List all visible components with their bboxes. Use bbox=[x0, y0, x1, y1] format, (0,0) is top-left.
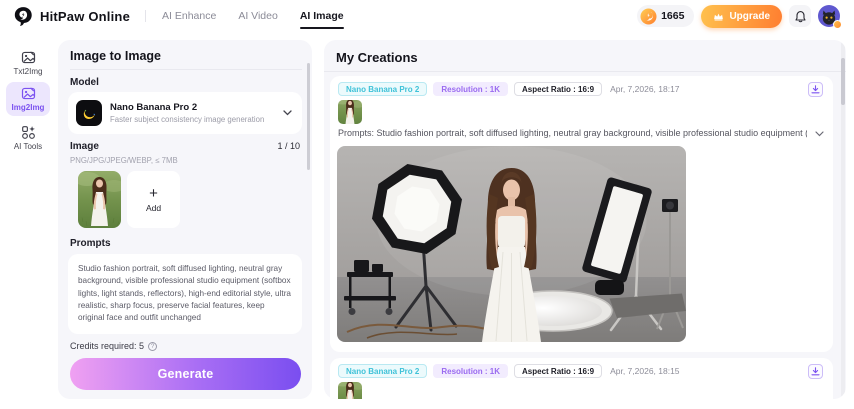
download-button[interactable] bbox=[808, 82, 823, 97]
model-description: Faster subject consistency image generat… bbox=[110, 115, 265, 124]
uploaded-image-thumbnail[interactable] bbox=[78, 171, 121, 228]
creation-timestamp: Apr, 7,2026, 18:15 bbox=[610, 366, 680, 376]
chevron-down-icon bbox=[283, 110, 292, 116]
creation-card: Nano Banana Pro 2 Resolution : 1K Aspect… bbox=[330, 76, 833, 352]
download-button[interactable] bbox=[808, 364, 823, 379]
generated-image[interactable] bbox=[337, 146, 686, 342]
studio-portrait-image bbox=[337, 146, 686, 342]
panel-scrollbar-thumb[interactable] bbox=[307, 63, 310, 170]
nav-item-ai-video[interactable]: AI Video bbox=[238, 0, 278, 32]
resolution-tag: Resolution : 1K bbox=[433, 364, 509, 378]
generate-button[interactable]: Generate bbox=[70, 358, 301, 390]
panel-divider bbox=[70, 69, 302, 70]
nano-banana-icon bbox=[76, 100, 102, 126]
panel-title: Image to Image bbox=[70, 49, 161, 63]
credits-required-text: Credits required: 5 bbox=[70, 341, 145, 351]
creation-card: Nano Banana Pro 2 Resolution : 1K Aspect… bbox=[330, 358, 833, 399]
avatar-badge bbox=[833, 20, 842, 29]
add-image-button[interactable]: + Add bbox=[127, 171, 180, 228]
txt2img-icon bbox=[21, 51, 35, 64]
sidebar-label: AI Tools bbox=[13, 142, 43, 151]
credits-count: 1665 bbox=[661, 10, 685, 22]
image-format-hint: PNG/JPG/JPEG/WEBP, ≤ 7MB bbox=[70, 156, 178, 165]
header-actions: 1665 Upgrade bbox=[637, 4, 854, 29]
notifications-button[interactable] bbox=[789, 5, 811, 27]
img2img-icon bbox=[21, 87, 35, 100]
aspect-ratio-tag: Aspect Ratio : 16:9 bbox=[514, 82, 603, 96]
nav-item-ai-enhance[interactable]: AI Enhance bbox=[162, 0, 216, 32]
resolution-tag: Resolution : 1K bbox=[433, 82, 509, 96]
image-to-image-panel: Image to Image Model Nano Banana Pro 2 F… bbox=[58, 40, 312, 399]
add-label: Add bbox=[145, 202, 162, 213]
creations-divider bbox=[324, 71, 846, 72]
creations-scrollbar-thumb[interactable] bbox=[841, 58, 845, 105]
model-label: Model bbox=[70, 77, 99, 88]
download-icon bbox=[811, 85, 820, 94]
prompt-preview[interactable]: Prompts: Studio fashion portrait, soft d… bbox=[338, 128, 807, 138]
user-avatar[interactable] bbox=[818, 5, 842, 29]
field-photo-thumbnail bbox=[338, 382, 362, 399]
model-info: Nano Banana Pro 2 Faster subject consist… bbox=[110, 102, 264, 124]
ai-tools-icon bbox=[21, 126, 35, 139]
main-nav: AI Enhance AI Video AI Image bbox=[162, 0, 344, 32]
image-count: 1 / 10 bbox=[277, 141, 300, 151]
sidebar-label: Txt2Img bbox=[13, 67, 43, 76]
app-root: HitPaw Online AI Enhance AI Video AI Ima… bbox=[0, 0, 854, 409]
coin-icon bbox=[640, 8, 657, 24]
creation-timestamp: Apr, 7,2026, 18:17 bbox=[610, 84, 680, 94]
upgrade-label: Upgrade bbox=[729, 10, 770, 22]
model-selector[interactable]: Nano Banana Pro 2 Faster subject consist… bbox=[68, 92, 302, 134]
plus-icon: + bbox=[149, 184, 158, 202]
image-section-label: Image bbox=[70, 141, 99, 152]
header-divider bbox=[145, 10, 147, 22]
model-tag: Nano Banana Pro 2 bbox=[338, 364, 428, 378]
model-tag: Nano Banana Pro 2 bbox=[338, 82, 428, 96]
tool-rail: Txt2Img Img2Img AI Tools bbox=[0, 32, 56, 409]
source-image-thumbnail[interactable] bbox=[338, 382, 362, 399]
model-name: Nano Banana Pro 2 bbox=[110, 102, 198, 113]
help-icon[interactable]: ? bbox=[148, 341, 158, 351]
sidebar-item-img2img[interactable]: Img2Img bbox=[6, 82, 50, 116]
prompts-label: Prompts bbox=[70, 238, 111, 249]
creations-title: My Creations bbox=[336, 50, 418, 65]
source-image-thumbnail[interactable] bbox=[338, 100, 362, 124]
aspect-ratio-tag: Aspect Ratio : 16:9 bbox=[514, 364, 603, 378]
nav-item-ai-image[interactable]: AI Image bbox=[299, 0, 344, 32]
field-photo-thumbnail bbox=[338, 100, 362, 124]
prompt-input[interactable]: Studio fashion portrait, soft diffused l… bbox=[68, 254, 302, 334]
download-icon bbox=[811, 367, 820, 376]
my-creations-panel: My Creations Nano Banana Pro 2 Resolutio… bbox=[324, 40, 846, 399]
crown-icon bbox=[714, 13, 724, 21]
bell-icon bbox=[794, 10, 806, 22]
credits-required-row: Credits required: 5 ? bbox=[70, 341, 158, 351]
brand-title: HitPaw Online bbox=[40, 8, 131, 24]
hitpaw-logo-icon bbox=[14, 6, 32, 26]
sidebar-label: Img2Img bbox=[11, 103, 45, 112]
upgrade-button[interactable]: Upgrade bbox=[701, 4, 782, 28]
creation-tags: Nano Banana Pro 2 Resolution : 1K Aspect… bbox=[338, 82, 680, 96]
field-photo-thumbnail bbox=[78, 171, 121, 228]
sidebar-item-ai-tools[interactable]: AI Tools bbox=[6, 121, 50, 155]
creation-tags: Nano Banana Pro 2 Resolution : 1K Aspect… bbox=[338, 364, 680, 378]
top-navbar: HitPaw Online AI Enhance AI Video AI Ima… bbox=[0, 0, 854, 32]
sidebar-item-txt2img[interactable]: Txt2Img bbox=[6, 46, 50, 80]
credits-balance[interactable]: 1665 bbox=[637, 5, 695, 27]
chevron-down-icon[interactable] bbox=[815, 131, 824, 137]
